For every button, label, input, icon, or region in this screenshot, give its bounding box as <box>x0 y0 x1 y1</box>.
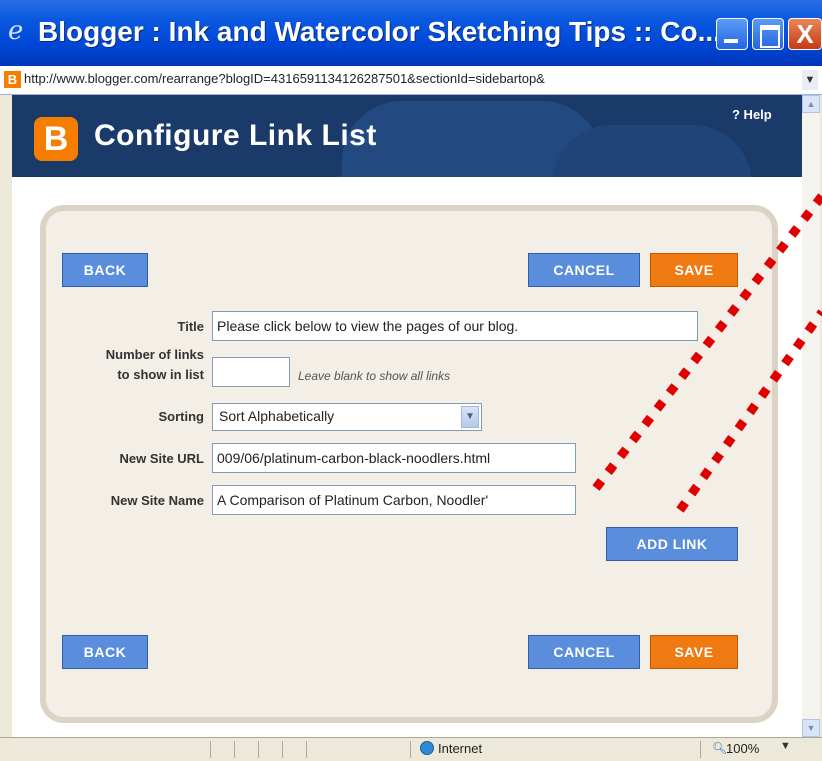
blogger-favicon-icon: B <box>4 71 21 88</box>
blogger-logo: B <box>34 117 78 161</box>
new-site-name-input[interactable] <box>212 485 576 515</box>
num-links-label-line2: to show in list <box>117 367 204 382</box>
blogger-logo-letter: B <box>43 120 69 158</box>
chevron-down-icon[interactable]: ▼ <box>780 740 791 752</box>
address-url[interactable]: http://www.blogger.com/rearrange?blogID=… <box>24 71 794 86</box>
header-decoration <box>552 125 752 177</box>
status-divider <box>258 741 259 758</box>
num-links-hint: Leave blank to show all links <box>298 369 451 383</box>
sorting-label: Sorting <box>158 409 205 424</box>
chevron-up-icon: ▲ <box>806 99 816 109</box>
help-link[interactable]: ? Help <box>732 107 772 122</box>
status-bar: Internet 🔍︎ 100% ▼ <box>0 737 822 761</box>
vertical-scrollbar[interactable]: ▲ ▼ <box>802 95 820 737</box>
status-divider <box>282 741 283 758</box>
minimize-button[interactable] <box>716 18 748 50</box>
status-divider <box>306 741 307 758</box>
config-panel: BACK CANCEL SAVE Title Number of links t… <box>40 205 778 723</box>
window-title-bar[interactable]: ℯ Blogger : Ink and Watercolor Sketching… <box>0 0 822 66</box>
page-title: Configure Link List <box>94 119 377 152</box>
title-input[interactable] <box>212 311 698 341</box>
num-links-label-line1: Number of links <box>105 347 204 362</box>
new-site-url-label: New Site URL <box>119 451 204 466</box>
sorting-select[interactable]: Sort Alphabetically ▼ <box>212 403 482 431</box>
title-label: Title <box>177 319 205 334</box>
new-site-url-input[interactable] <box>212 443 576 473</box>
back-button-bottom[interactable]: BACK <box>62 635 148 669</box>
add-link-button[interactable]: ADD LINK <box>606 527 738 561</box>
status-divider <box>210 741 211 758</box>
status-divider <box>410 741 411 758</box>
num-links-input[interactable] <box>212 357 290 387</box>
sorting-selected-value: Sort Alphabetically <box>219 408 335 424</box>
security-zone: Internet <box>438 741 483 756</box>
page-header: B Configure Link List ? Help <box>12 95 802 177</box>
save-button-top[interactable]: SAVE <box>650 253 738 287</box>
back-button-top[interactable]: BACK <box>62 253 148 287</box>
status-divider <box>234 741 235 758</box>
close-button[interactable]: X <box>788 18 822 50</box>
new-site-name-label: New Site Name <box>110 493 204 508</box>
globe-icon <box>420 741 434 755</box>
cancel-button-bottom[interactable]: CANCEL <box>528 635 640 669</box>
scroll-down-button[interactable]: ▼ <box>802 719 820 737</box>
zoom-level[interactable]: 100% <box>726 741 759 756</box>
chevron-down-icon: ▼ <box>804 74 816 86</box>
chevron-down-icon: ▼ <box>806 723 816 733</box>
address-bar[interactable]: B http://www.blogger.com/rearrange?blogI… <box>0 66 822 95</box>
maximize-button[interactable] <box>752 18 784 50</box>
maximize-icon <box>760 25 780 48</box>
address-dropdown-button[interactable]: ▼ <box>802 70 818 90</box>
magnifier-icon: 🔍︎ <box>712 741 728 755</box>
save-button-bottom[interactable]: SAVE <box>650 635 738 669</box>
status-divider <box>700 741 701 758</box>
minimize-icon <box>724 39 738 43</box>
page-viewport: B Configure Link List ? Help BACK CANCEL… <box>12 95 802 737</box>
ie-logo-icon: ℯ <box>8 16 24 46</box>
cancel-button-top[interactable]: CANCEL <box>528 253 640 287</box>
chevron-down-icon[interactable]: ▼ <box>461 406 479 428</box>
scroll-up-button[interactable]: ▲ <box>802 95 820 113</box>
close-icon: X <box>796 19 814 49</box>
window-title: Blogger : Ink and Watercolor Sketching T… <box>38 16 721 47</box>
